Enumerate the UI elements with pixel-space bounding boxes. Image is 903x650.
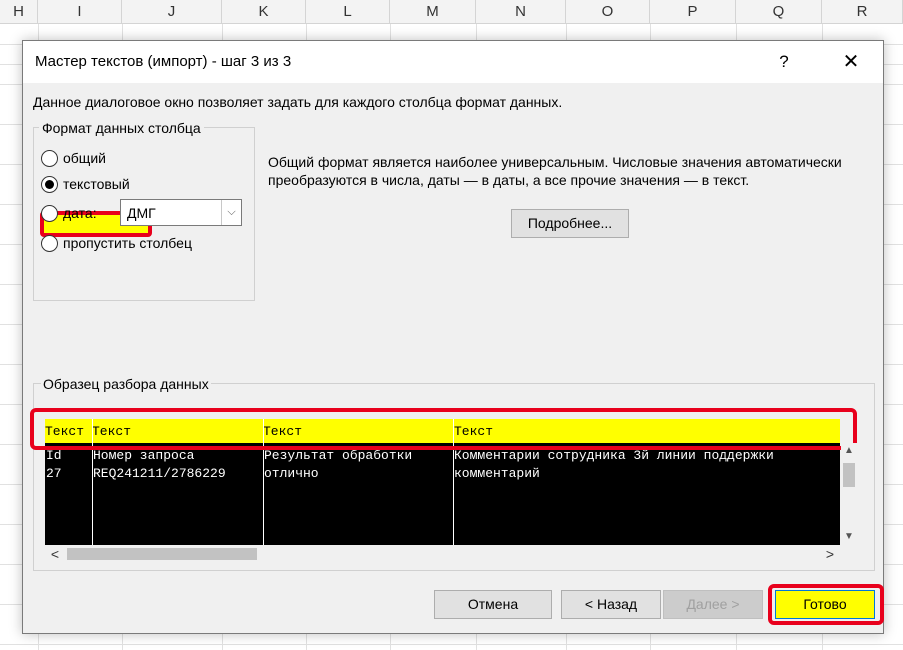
column-header-j[interactable]: J <box>122 0 222 24</box>
preview-cell: Номер запроса <box>93 448 195 463</box>
radio-general-circle[interactable] <box>41 149 58 167</box>
scroll-down-icon[interactable]: ▼ <box>841 529 857 545</box>
scroll-up-icon[interactable]: ▲ <box>841 443 857 459</box>
column-format-legend: Формат данных столбца <box>39 120 204 136</box>
radio-skip-circle[interactable] <box>41 234 58 252</box>
preview-header-annotation <box>30 408 857 450</box>
radio-general[interactable]: общий <box>41 147 106 169</box>
dialog-title: Мастер текстов (импорт) - шаг 3 из 3 <box>35 53 292 70</box>
preview-horizontal-scrollbar[interactable]: < > <box>45 545 840 563</box>
preview-vertical-scrollbar[interactable]: ▲ ▼ <box>841 443 857 545</box>
date-format-value: ДМГ <box>127 205 156 221</box>
grid-line <box>0 644 903 645</box>
column-header-l[interactable]: L <box>306 0 390 24</box>
column-header-r[interactable]: R <box>822 0 903 24</box>
scroll-right-icon[interactable]: > <box>822 545 838 563</box>
column-header-m[interactable]: M <box>390 0 476 24</box>
radio-skip[interactable]: пропустить столбец <box>41 232 192 254</box>
radio-date[interactable]: дата: <box>41 202 97 224</box>
preview-cell: REQ241211/2786229 <box>93 466 226 481</box>
preview-cell: комментарий <box>454 466 540 481</box>
vertical-scroll-thumb[interactable] <box>843 463 855 487</box>
preview-cell: 27 <box>46 466 62 481</box>
data-preview-legend: Образец разбора данных <box>41 376 211 392</box>
scroll-left-icon[interactable]: < <box>47 545 63 563</box>
radio-text[interactable]: текстовый <box>41 173 130 195</box>
radio-skip-label: пропустить столбец <box>63 235 192 251</box>
column-header-q[interactable]: Q <box>736 0 822 24</box>
column-header-row: H I J K L M N O P Q R <box>0 0 903 24</box>
finish-button[interactable]: Готово <box>775 590 875 619</box>
text-import-wizard-dialog: Мастер текстов (импорт) - шаг 3 из 3 ? ✕… <box>22 40 884 634</box>
column-header-i[interactable]: I <box>38 0 122 24</box>
back-button[interactable]: < Назад <box>561 590 661 619</box>
radio-general-label: общий <box>63 150 106 166</box>
cancel-button[interactable]: Отмена <box>434 590 552 619</box>
chevron-down-icon[interactable]: ⌵ <box>221 200 241 225</box>
horizontal-scroll-thumb[interactable] <box>67 548 257 560</box>
help-button[interactable]: ? <box>769 47 799 77</box>
date-format-select[interactable]: ДМГ ⌵ <box>120 199 242 226</box>
preview-cell: Id <box>46 448 62 463</box>
radio-date-circle[interactable] <box>41 204 58 222</box>
preview-cell: Комментарии сотрудника 3й линии поддержк… <box>454 448 774 463</box>
radio-text-label: текстовый <box>63 176 130 192</box>
format-info-text: Общий формат является наиболее универсал… <box>268 154 842 188</box>
preview-cell: отлично <box>264 466 319 481</box>
close-button[interactable]: ✕ <box>835 47 867 77</box>
column-header-k[interactable]: K <box>222 0 306 24</box>
radio-date-label: дата: <box>63 205 97 221</box>
column-header-h[interactable]: H <box>0 0 38 24</box>
column-header-o[interactable]: O <box>566 0 650 24</box>
dialog-titlebar[interactable]: Мастер текстов (импорт) - шаг 3 из 3 ? ✕ <box>23 41 883 83</box>
next-button: Далее > <box>663 590 763 619</box>
column-header-p[interactable]: P <box>650 0 736 24</box>
radio-text-circle[interactable] <box>41 175 58 193</box>
dialog-description: Данное диалоговое окно позволяет задать … <box>33 94 563 110</box>
preview-cell: Результат обработки <box>264 448 413 463</box>
more-details-button[interactable]: Подробнее... <box>511 209 629 238</box>
column-header-n[interactable]: N <box>476 0 566 24</box>
